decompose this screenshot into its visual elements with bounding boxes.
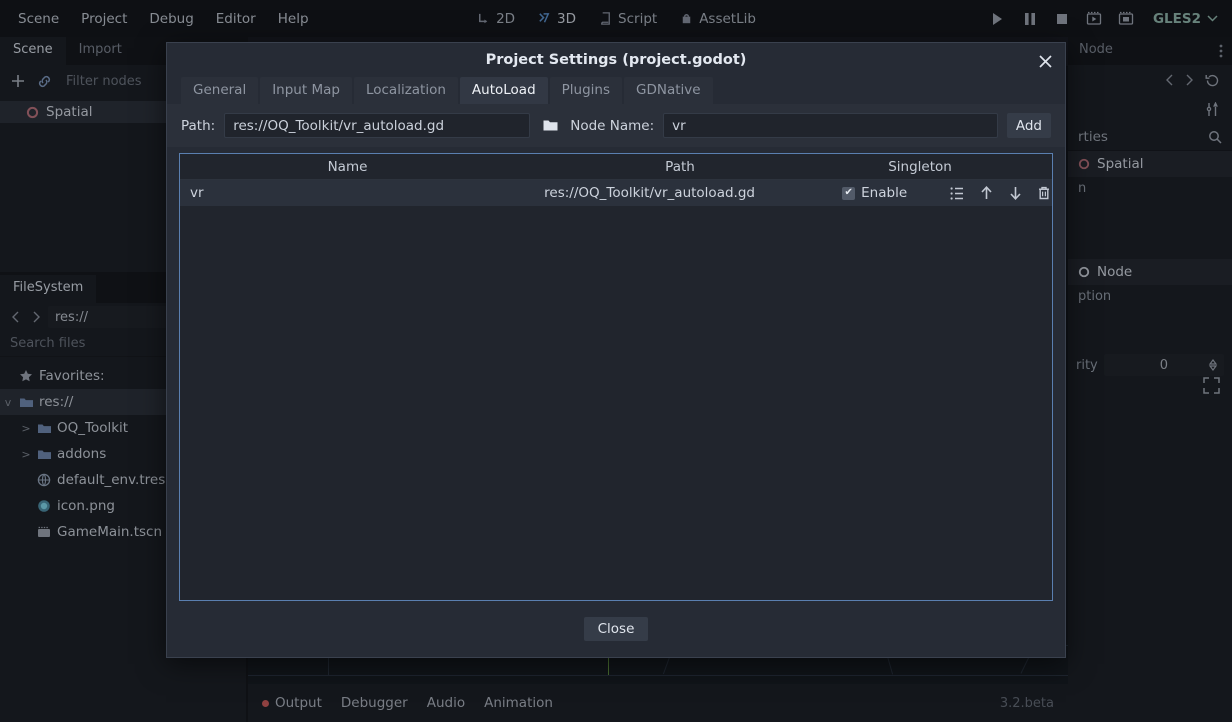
autoload-row-path: res://OQ_Toolkit/vr_autoload.gd [544,185,755,201]
folder-icon[interactable] [539,114,561,138]
dialog-tab-input-map[interactable]: Input Map [260,77,352,104]
autoload-add-form: Path: res://OQ_Toolkit/vr_autoload.gd No… [167,104,1065,147]
path-input[interactable]: res://OQ_Toolkit/vr_autoload.gd [224,113,531,138]
move-up-icon[interactable] [978,185,994,201]
column-header-singleton[interactable]: Singleton [845,159,995,175]
autoload-row-actions [945,185,1052,201]
project-settings-dialog: Project Settings (project.godot) General… [166,42,1066,658]
path-label: Path: [181,117,216,134]
column-header-path[interactable]: Path [515,159,845,175]
column-header-name[interactable]: Name [180,159,515,175]
delete-icon[interactable] [1036,185,1052,201]
add-button[interactable]: Add [1006,113,1051,138]
dialog-tabs: General Input Map Localization AutoLoad … [167,77,1065,104]
autoload-list[interactable]: Name Path Singleton vr res://OQ_Toolkit/… [179,153,1053,601]
dialog-tab-plugins[interactable]: Plugins [549,77,623,104]
close-button[interactable]: Close [583,617,649,641]
singleton-checkbox[interactable]: ✔ [842,186,856,200]
move-down-icon[interactable] [1007,185,1023,201]
autoload-row-name: vr [190,185,204,201]
table-row[interactable]: vr res://OQ_Toolkit/vr_autoload.gd ✔ Ena… [180,180,1052,206]
node-name-label: Node Name: [570,117,655,134]
list-icon[interactable] [949,185,965,201]
autoload-list-header: Name Path Singleton [180,154,1052,180]
dialog-tab-gdnative[interactable]: GDNative [624,77,713,104]
dialog-tab-localization[interactable]: Localization [353,77,458,104]
dialog-titlebar: Project Settings (project.godot) [167,43,1065,77]
singleton-label: Enable [861,185,908,201]
dialog-tab-autoload[interactable]: AutoLoad [459,77,548,104]
close-icon[interactable] [1035,51,1055,71]
autoload-row-singleton: ✔ Enable [804,185,945,201]
dialog-title: Project Settings (project.godot) [485,52,747,68]
dialog-footer: Close [167,601,1065,657]
node-name-input[interactable]: vr [663,113,998,138]
dialog-tab-general[interactable]: General [181,77,259,104]
godot-editor-window: Scene Project Debug Editor Help 2D 3D Sc… [0,0,1232,722]
